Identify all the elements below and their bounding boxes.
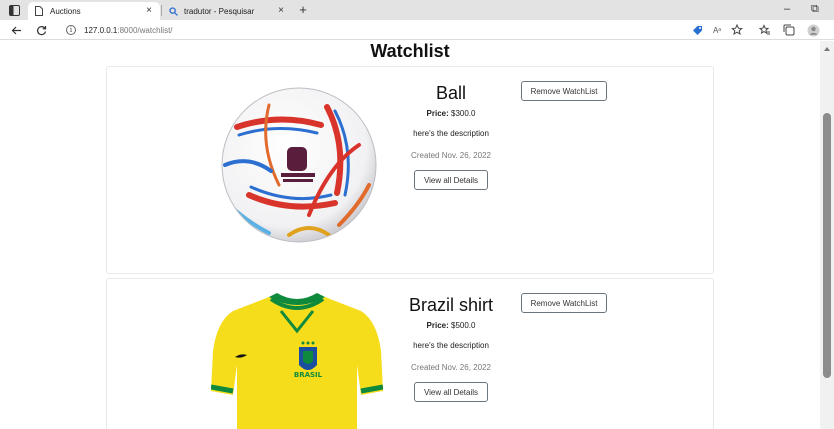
scroll-up-arrow-icon[interactable]	[824, 47, 830, 51]
item-created-date: Created Nov. 26, 2022	[411, 363, 491, 372]
watchlist-card: Ball Price: $300.0 here's the descriptio…	[106, 66, 714, 274]
remove-watchlist-button[interactable]: Remove WatchList	[521, 293, 607, 313]
watchlist-card: BRASIL Brazil shirt Price: $500.0 here's…	[106, 278, 714, 429]
tab-close-icon[interactable]: ×	[276, 6, 286, 16]
view-details-button[interactable]: View all Details	[414, 170, 488, 190]
item-description: here's the description	[413, 129, 489, 138]
search-icon	[168, 6, 178, 16]
price-tag-icon[interactable]	[689, 22, 705, 38]
price-label: Price:	[426, 321, 449, 330]
site-info-icon[interactable]: i	[66, 25, 76, 35]
window-menu-icon[interactable]	[7, 3, 21, 17]
tab-title: Auctions	[50, 6, 81, 16]
view-details-button[interactable]: View all Details	[414, 382, 488, 402]
item-description: here's the description	[413, 341, 489, 350]
price-value: $500.0	[451, 321, 476, 330]
page-scrollbar[interactable]	[820, 41, 834, 429]
browser-toolbar: i 127.0.0.1 :8000/watchlist/ Aa	[0, 20, 834, 40]
item-price: Price: $300.0	[386, 109, 516, 118]
tab-close-icon[interactable]: ×	[144, 6, 154, 16]
url-path: :8000/watchlist/	[117, 25, 173, 35]
price-value: $300.0	[451, 109, 476, 118]
refresh-icon[interactable]	[33, 22, 49, 38]
minimize-button[interactable]: –	[784, 3, 790, 15]
remove-watchlist-button[interactable]: Remove WatchList	[521, 81, 607, 101]
tab-auctions[interactable]: Auctions ×	[28, 2, 160, 20]
page-content: Watchlist Ball Price: $300.0 here's the …	[0, 41, 820, 429]
page-icon	[34, 6, 44, 16]
url-host: 127.0.0.1	[84, 25, 118, 35]
item-created-date: Created Nov. 26, 2022	[411, 151, 491, 160]
back-arrow-icon[interactable]	[8, 22, 24, 38]
item-title: Brazil shirt	[408, 295, 493, 315]
tab-strip: Auctions × tradutor - Pesquisar × + – ⧉	[0, 0, 834, 20]
profile-avatar-icon[interactable]	[805, 22, 821, 38]
add-favorite-icon[interactable]	[729, 22, 745, 38]
soccer-ball-image	[219, 85, 379, 250]
jersey-badge-text: BRASIL	[294, 371, 323, 379]
item-title: Ball	[435, 83, 466, 103]
favorites-icon[interactable]	[757, 22, 773, 38]
page-title: Watchlist	[370, 41, 450, 61]
brazil-shirt-image: BRASIL	[210, 291, 384, 429]
price-label: Price:	[426, 109, 449, 118]
item-price: Price: $500.0	[386, 321, 516, 330]
new-tab-button[interactable]: +	[296, 2, 310, 18]
restore-button[interactable]: ⧉	[811, 3, 819, 16]
address-bar[interactable]: i 127.0.0.1 :8000/watchlist/	[58, 22, 718, 38]
read-aloud-icon[interactable]: Aa	[709, 22, 725, 38]
collections-icon[interactable]	[781, 22, 797, 38]
scrollbar-thumb[interactable]	[823, 113, 831, 378]
tab-title: tradutor - Pesquisar	[184, 6, 255, 16]
tab-tradutor[interactable]: tradutor - Pesquisar ×	[162, 2, 292, 20]
